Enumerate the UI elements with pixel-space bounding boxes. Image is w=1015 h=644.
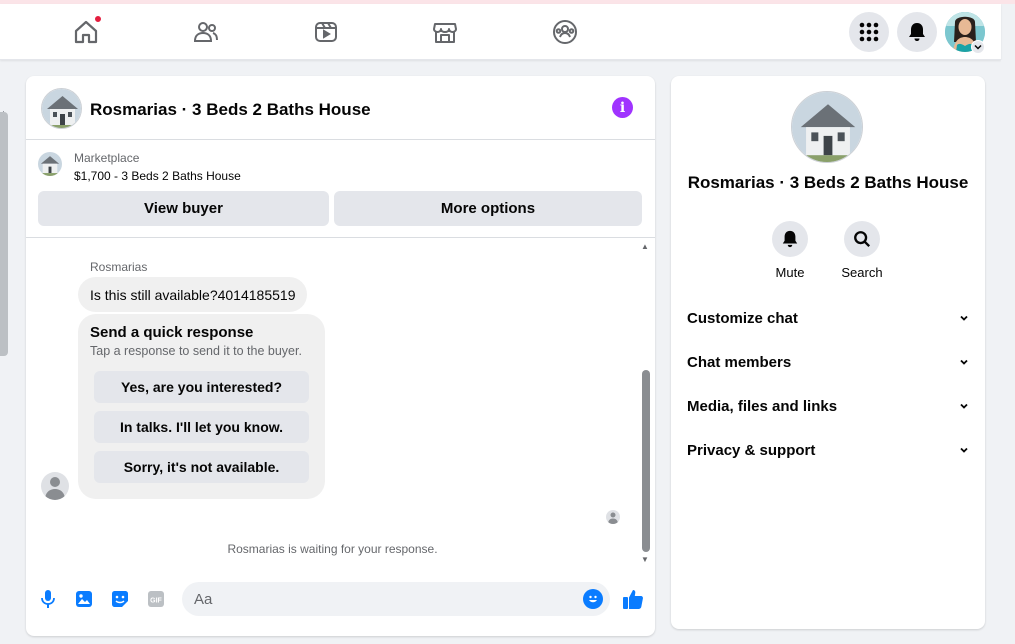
chat-info-panel: Rosmarias · 3 Beds 2 Baths House Mute Se… [671, 76, 985, 629]
account-chevron-icon[interactable] [971, 40, 985, 54]
quick-response-option[interactable]: Sorry, it's not available. [94, 451, 309, 483]
groups-icon[interactable] [551, 18, 579, 46]
friends-icon[interactable] [192, 18, 220, 46]
quick-response-subtitle: Tap a response to send it to the buyer. [90, 344, 302, 358]
chat-scrollbar-thumb[interactable] [642, 370, 650, 552]
chat-panel: Rosmarias · 3 Beds 2 Baths House i Marke… [26, 76, 655, 636]
photo-icon[interactable] [74, 589, 94, 609]
chevron-down-icon [960, 359, 968, 365]
bell-icon[interactable] [897, 12, 937, 52]
section-customize-chat[interactable]: Customize chat [671, 298, 985, 338]
more-options-button[interactable]: More options [334, 191, 642, 226]
video-icon[interactable] [312, 18, 340, 46]
listing-avatar[interactable] [41, 88, 82, 129]
thumbs-up-icon[interactable] [621, 587, 645, 611]
chevron-down-icon [960, 403, 968, 409]
chat-info-avatar[interactable] [791, 91, 863, 163]
section-label: Customize chat [687, 309, 798, 327]
search-icon [844, 221, 880, 257]
chat-title[interactable]: Rosmarias · 3 Beds 2 Baths House [90, 100, 371, 120]
emoji-icon[interactable] [583, 589, 603, 609]
quick-response-option[interactable]: In talks. I'll let you know. [94, 411, 309, 443]
chat-scroll-up-arrow[interactable]: ▲ [641, 242, 649, 251]
mute-button[interactable]: Mute [760, 221, 820, 280]
marketplace-icon[interactable] [431, 18, 459, 46]
chat-info-title: Rosmarias · 3 Beds 2 Baths House [687, 173, 969, 192]
section-privacy-support[interactable]: Privacy & support [671, 430, 985, 470]
svg-text:GIF: GIF [150, 598, 162, 605]
chat-scroll-down-arrow[interactable]: ▼ [641, 555, 649, 564]
message-input[interactable] [182, 582, 610, 616]
marketplace-label: Marketplace [74, 151, 140, 165]
listing-thumbnail[interactable] [38, 152, 62, 176]
window-scroll-track [1001, 60, 1015, 644]
waiting-status: Rosmarias is waiting for your response. [227, 542, 438, 556]
section-label: Media, files and links [687, 397, 838, 415]
section-label: Privacy & support [687, 441, 816, 459]
search-button[interactable]: Search [832, 221, 892, 280]
section-media-files-links[interactable]: Media, files and links [671, 386, 985, 426]
bell-icon [772, 221, 808, 257]
chat-header: Rosmarias · 3 Beds 2 Baths House i [26, 76, 655, 140]
sticker-icon[interactable] [110, 589, 130, 609]
mute-label: Mute [775, 265, 805, 280]
seen-indicator-avatar [606, 510, 620, 524]
search-label: Search [841, 265, 883, 280]
quick-response-title: Send a quick response [90, 324, 254, 341]
section-label: Chat members [687, 353, 792, 371]
sender-name: Rosmarias [90, 260, 148, 274]
view-buyer-button[interactable]: View buyer [38, 191, 329, 226]
header-divider [26, 237, 655, 238]
top-navigation-bar [0, 4, 1001, 60]
message-bubble[interactable]: Is this still available?4014185519 [78, 277, 308, 312]
info-icon[interactable]: i [612, 97, 633, 118]
gif-icon[interactable]: GIF [146, 589, 166, 609]
chevron-down-icon [960, 447, 968, 453]
page-scrollbar[interactable] [0, 112, 8, 356]
listing-description[interactable]: $1,700 - 3 Beds 2 Baths House [74, 169, 241, 183]
grid-menu-icon[interactable] [849, 12, 889, 52]
notification-dot [94, 15, 102, 23]
sender-avatar[interactable] [41, 472, 69, 500]
quick-response-option[interactable]: Yes, are you interested? [94, 371, 309, 403]
quick-response-card: Send a quick response Tap a response to … [78, 314, 325, 499]
home-icon[interactable] [72, 15, 102, 46]
section-chat-members[interactable]: Chat members [671, 342, 985, 382]
chevron-down-icon [960, 315, 968, 321]
microphone-icon[interactable] [38, 589, 58, 609]
